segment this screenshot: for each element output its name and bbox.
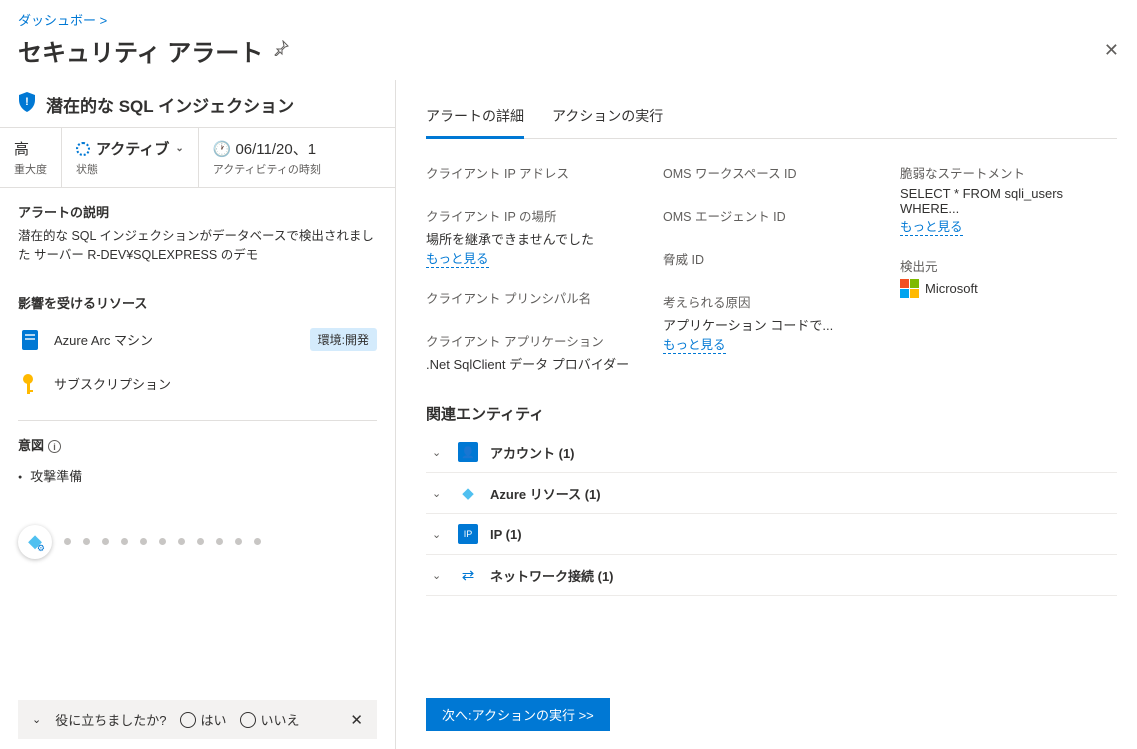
chevron-down-icon: ⌄	[432, 528, 446, 541]
principal-label: クライアント プリンシパル名	[426, 288, 643, 307]
client-app-value: .Net SqlClient データ プロバイダー	[426, 354, 643, 373]
timeline-dot	[254, 538, 261, 545]
timeline-dot	[102, 538, 109, 545]
description-body: 潜在的な SQL インジェクションがデータベースで検出されました サーバー R-…	[18, 227, 377, 265]
tab-details[interactable]: アラートの詳細	[426, 100, 524, 139]
account-icon: 👤	[458, 442, 478, 462]
chevron-down-icon[interactable]: ⌄	[32, 713, 41, 726]
more-link[interactable]: もっと見る	[426, 248, 489, 268]
timeline-dot	[235, 538, 242, 545]
client-app-label: クライアント アプリケーション	[426, 331, 643, 350]
entity-azure[interactable]: ⌄ ◆ Azure リソース (1)	[426, 473, 1117, 514]
entities-title: 関連エンティティ	[426, 391, 1117, 432]
resource-sub-label: サブスクリプション	[54, 374, 171, 393]
azure-resource-icon: ◆	[458, 483, 478, 503]
close-icon[interactable]: ✕	[1104, 40, 1119, 61]
alert-title: 潜在的な SQL インジェクション	[46, 92, 294, 117]
intent-item: 攻撃準備	[18, 460, 377, 491]
clock-icon: 🕐	[213, 141, 232, 158]
feedback-no[interactable]: いいえ	[240, 710, 299, 729]
feedback-close-icon[interactable]: ✕	[350, 711, 363, 729]
page-title: セキュリティ アラート	[18, 33, 263, 68]
breadcrumb[interactable]: ダッシュボー >	[18, 10, 1119, 29]
kill-chain-timeline: ◆	[0, 505, 395, 579]
timeline-dot	[197, 538, 204, 545]
resource-arc[interactable]: Azure Arc マシン 環境:開発	[18, 318, 377, 362]
timeline-current-node[interactable]: ◆	[18, 525, 52, 559]
svg-text:!: !	[25, 96, 29, 108]
more-link[interactable]: もっと見る	[900, 216, 963, 236]
network-icon: ⇄	[458, 565, 478, 585]
timeline-dot	[216, 538, 223, 545]
feedback-question: 役に立ちましたか?	[55, 710, 166, 729]
client-ip-label: クライアント IP アドレス	[426, 163, 643, 182]
cause-label: 考えられる原因	[663, 292, 880, 311]
next-action-button[interactable]: 次へ:アクションの実行 >>	[426, 698, 610, 731]
detected-label: 検出元	[900, 256, 1117, 275]
chevron-down-icon: ⌄	[432, 446, 446, 459]
resource-arc-label: Azure Arc マシン	[54, 330, 153, 349]
vuln-value: SELECT * FROM sqli_users WHERE...	[900, 186, 1117, 216]
microsoft-logo-icon	[900, 279, 919, 298]
status-cell[interactable]: アクティブ ⌄ 状態	[62, 128, 199, 187]
more-link[interactable]: もっと見る	[663, 334, 726, 354]
detected-value: Microsoft	[925, 281, 978, 296]
severity-value: 高	[14, 138, 47, 159]
chevron-down-icon[interactable]: ⌄	[175, 143, 183, 154]
tab-actions[interactable]: アクションの実行	[552, 100, 663, 138]
threat-id-label: 脅威 ID	[663, 249, 880, 268]
feedback-yes[interactable]: はい	[180, 710, 226, 729]
pin-icon[interactable]	[273, 40, 289, 61]
info-icon[interactable]: i	[48, 440, 61, 453]
time-cell: 🕐06/11/20、1 アクティビティの時刻	[199, 128, 395, 187]
oms-agent-label: OMS エージェント ID	[663, 206, 880, 225]
oms-workspace-label: OMS ワークスペース ID	[663, 163, 880, 182]
entity-account[interactable]: ⌄ 👤 アカウント (1)	[426, 432, 1117, 473]
entity-ip-label: IP (1)	[490, 527, 522, 542]
timeline-dot	[83, 538, 90, 545]
ip-icon: IP	[458, 524, 478, 544]
entity-network-label: ネットワーク接続 (1)	[490, 566, 614, 585]
client-ip-loc-label: クライアント IP の場所	[426, 206, 643, 225]
spinner-icon	[76, 142, 90, 156]
chevron-down-icon: ⌄	[432, 569, 446, 582]
status-value: アクティブ	[96, 138, 169, 159]
cause-value: アプリケーション コードで...	[663, 315, 880, 334]
time-value: 06/11/20、1	[235, 141, 316, 158]
time-label: アクティビティの時刻	[213, 161, 381, 177]
breadcrumb-dashboard[interactable]: ダッシュボー	[18, 13, 96, 28]
client-ip-loc-value: 場所を継承できませんでした	[426, 229, 643, 248]
timeline-dot	[140, 538, 147, 545]
resource-subscription[interactable]: サブスクリプション	[18, 362, 377, 406]
key-icon	[18, 372, 42, 396]
vuln-label: 脆弱なステートメント	[900, 163, 1117, 182]
intent-title: 意図i	[18, 435, 377, 454]
sql-server-icon	[18, 328, 42, 352]
description-title: アラートの説明	[18, 202, 377, 221]
affected-title: 影響を受けるリソース	[18, 293, 377, 312]
entity-azure-label: Azure リソース (1)	[490, 484, 601, 503]
entity-ip[interactable]: ⌄ IP IP (1)	[426, 514, 1117, 555]
status-label: 状態	[76, 161, 184, 177]
timeline-dot	[159, 538, 166, 545]
severity-label: 重大度	[14, 161, 47, 177]
feedback-bar: ⌄ 役に立ちましたか? はい いいえ ✕	[18, 700, 377, 739]
timeline-dot	[178, 538, 185, 545]
shield-icon: !	[18, 92, 36, 117]
severity-cell: 高 重大度	[0, 128, 62, 187]
timeline-dot	[121, 538, 128, 545]
timeline-dot	[64, 538, 71, 545]
cube-icon: ◆	[28, 531, 42, 552]
env-badge: 環境:開発	[310, 328, 377, 351]
breadcrumb-sep: >	[100, 13, 108, 28]
entity-network[interactable]: ⌄ ⇄ ネットワーク接続 (1)	[426, 555, 1117, 596]
chevron-down-icon: ⌄	[432, 487, 446, 500]
entity-account-label: アカウント (1)	[490, 443, 575, 462]
